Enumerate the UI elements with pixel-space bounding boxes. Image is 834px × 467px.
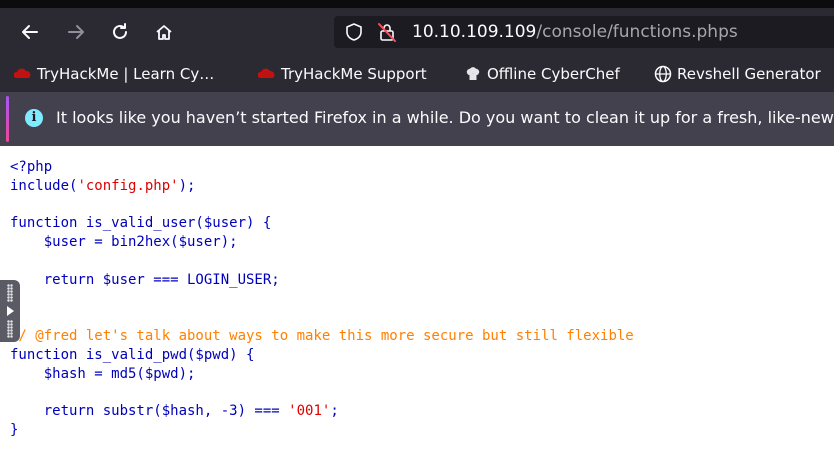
chef-hat-icon [464, 65, 482, 83]
grip-dots-icon [7, 284, 13, 302]
source-code: <?php include('config.php'); function is… [10, 158, 634, 440]
code-string: 'config.php' [77, 177, 179, 194]
window-top-strip [0, 0, 834, 8]
home-icon [156, 25, 172, 40]
bookmark-tryhackme-learn[interactable]: TryHackMe | Learn Cy… [14, 64, 214, 84]
home-button[interactable] [150, 18, 178, 46]
info-icon: i [25, 109, 43, 127]
code-line: $hash = md5($pwd); [10, 365, 196, 382]
code-line: return $user === LOGIN_USER; [10, 271, 280, 288]
code-line: <?php [10, 159, 53, 175]
code-line: $user = bin2hex($user); [10, 234, 238, 251]
bookmark-label: Offline CyberChef [487, 65, 620, 83]
reload-icon [113, 23, 127, 39]
bookmarks-toolbar: TryHackMe | Learn Cy… TryHackMe Support … [0, 56, 834, 92]
back-arrow-icon [22, 25, 38, 39]
reload-button[interactable] [106, 18, 134, 46]
play-icon [6, 306, 14, 316]
bookmark-label: TryHackMe Support [281, 65, 427, 83]
forward-button[interactable] [62, 18, 90, 46]
bookmark-tryhackme-support[interactable]: TryHackMe Support [258, 64, 427, 84]
bookmark-label: Revshell Generator [677, 65, 821, 83]
url-bar[interactable]: 10.10.109.109/console/functions.phps [334, 16, 834, 48]
navigation-toolbar: 10.10.109.109/console/functions.phps [0, 8, 834, 56]
grip-dots-icon [7, 320, 13, 338]
notification-bar: i It looks like you haven’t started Fire… [0, 92, 834, 146]
notification-message: It looks like you haven’t started Firefo… [56, 108, 834, 127]
code-line: } [10, 422, 19, 439]
bookmark-label: TryHackMe | Learn Cy… [37, 65, 215, 83]
code-token: ); [178, 177, 196, 194]
code-token: return substr($hash, -3) === [10, 403, 289, 420]
code-token: include( [10, 177, 78, 194]
shield-icon[interactable] [344, 22, 364, 42]
globe-icon [654, 65, 672, 83]
notification-accent [6, 96, 9, 142]
code-token: ; [330, 403, 339, 420]
tryhackme-icon [14, 65, 32, 83]
bookmark-revshell-generator[interactable]: Revshell Generator [654, 64, 821, 84]
url-host: 10.10.109.109 [412, 22, 537, 42]
url-text[interactable]: 10.10.109.109/console/functions.phps [412, 22, 738, 42]
forward-arrow-icon [68, 25, 84, 39]
code-comment: // @fred let's talk about ways to make t… [10, 328, 634, 345]
code-line: function is_valid_user($user) { [10, 215, 272, 232]
tryhackme-icon [258, 65, 276, 83]
code-string: '001' [288, 403, 331, 420]
side-panel-handle[interactable] [0, 280, 20, 342]
broken-lock-icon[interactable] [376, 21, 398, 43]
back-button[interactable] [16, 18, 44, 46]
bookmark-offline-cyberchef[interactable]: Offline CyberChef [464, 64, 620, 84]
url-path: /console/functions.phps [536, 22, 738, 42]
code-line: function is_valid_pwd($pwd) { [10, 346, 255, 363]
